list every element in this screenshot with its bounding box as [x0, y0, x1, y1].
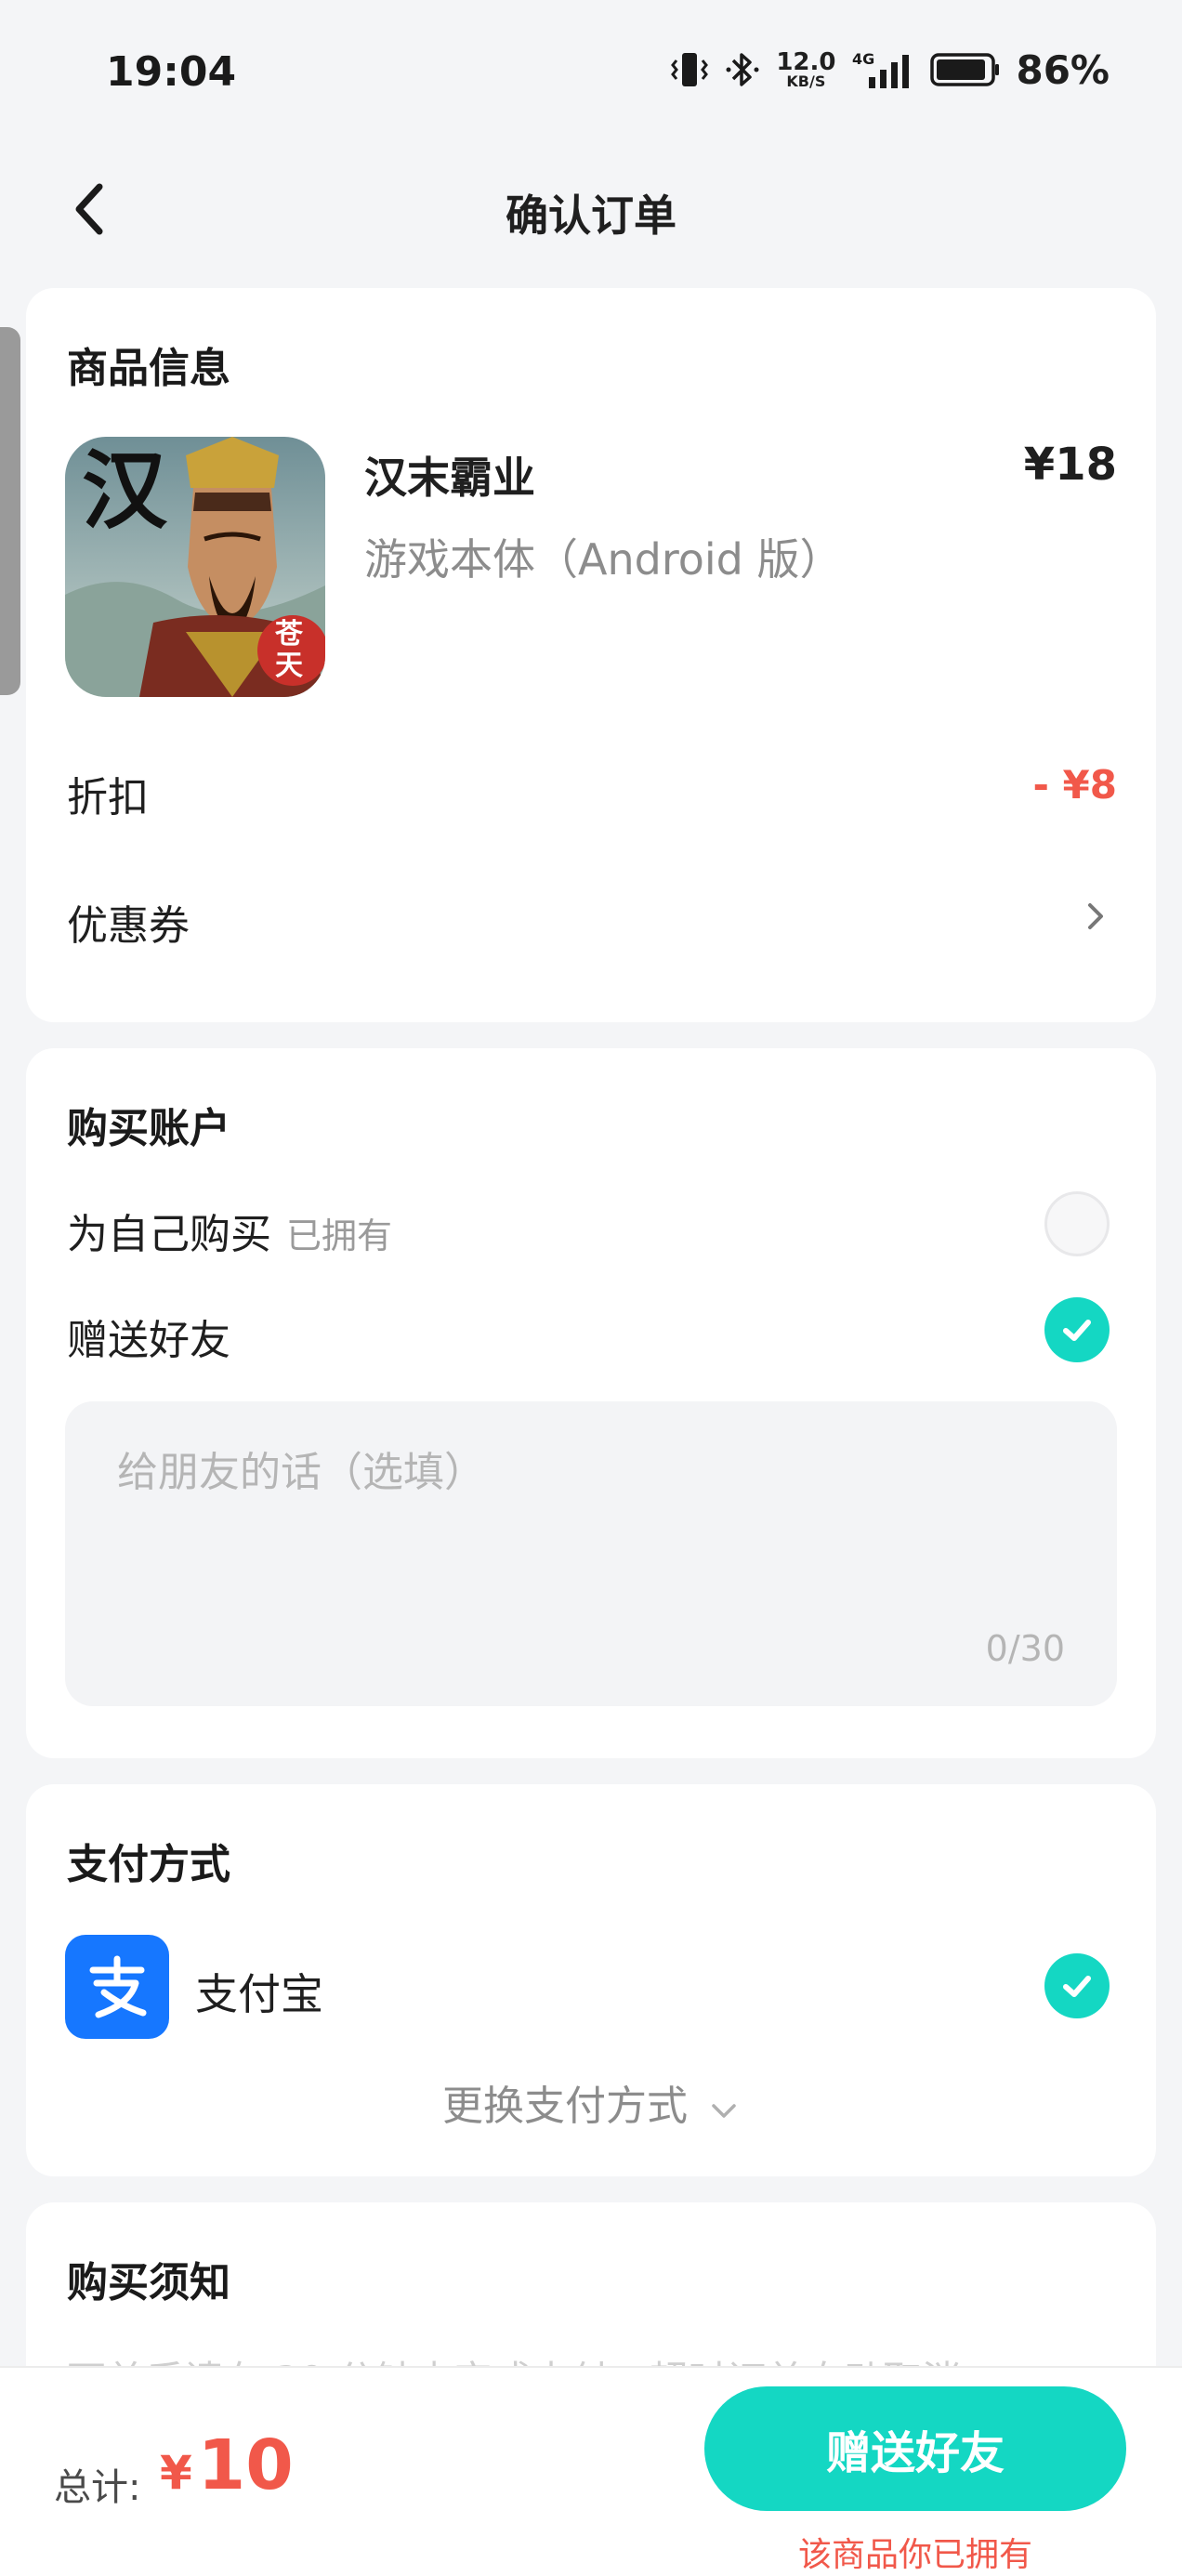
buy-for-self-radio[interactable]	[1044, 1191, 1110, 1256]
nav-bar: 确认订单	[0, 158, 1182, 260]
status-time: 19:04	[106, 48, 237, 96]
chevron-right-icon	[1082, 898, 1110, 935]
friend-message-input[interactable]: 给朋友的话（选填） 0/30	[65, 1401, 1117, 1706]
product-info-card: 商品信息 汉 苍 天 汉末霸业 游戏本体（Android 版） ¥18 折扣 -…	[26, 288, 1156, 1022]
alipay-radio[interactable]	[1044, 1953, 1110, 2018]
game-icon-char: 汉	[82, 440, 168, 541]
gift-friend-button[interactable]: 赠送好友	[704, 2386, 1126, 2511]
game-price: ¥18	[1023, 439, 1117, 491]
payment-section-title: 支付方式	[67, 1841, 230, 1888]
net-speed-unit: KB/S	[786, 72, 826, 90]
change-payment-label: 更换支付方式	[442, 2083, 688, 2130]
gift-friend-radio[interactable]	[1044, 1297, 1110, 1362]
game-name: 汉末霸业	[364, 453, 535, 503]
discount-value: - ¥8	[1032, 762, 1117, 808]
payment-method-card: 支付方式 支付宝 更换支付方式	[26, 1784, 1156, 2176]
coupon-row[interactable]: 优惠券	[67, 892, 1117, 952]
discount-label: 折扣	[67, 774, 149, 821]
net-speed: 12.0 KB/S	[776, 50, 835, 89]
checkmark-icon	[1063, 1976, 1091, 1997]
game-edition: 游戏本体（Android 版）	[364, 534, 843, 585]
notice-section-title: 购买须知	[67, 2259, 230, 2307]
checkout-bar: 总计: ¥10 赠送好友 该商品你已拥有	[0, 2366, 1182, 2576]
total-label: 总计:	[54, 2466, 141, 2509]
currency-symbol: ¥	[160, 2446, 192, 2500]
battery-percent: 86%	[1016, 46, 1110, 93]
game-icon-seal-2: 天	[275, 650, 303, 682]
bluetooth-icon	[724, 49, 761, 90]
edge-gesture-handle[interactable]	[0, 327, 20, 695]
owned-tag: 已拥有	[286, 1216, 393, 1256]
status-bar: 19:04 12.0 KB/S 4G 86%	[0, 0, 1182, 149]
game-icon: 汉 苍 天	[65, 437, 325, 697]
change-payment-button[interactable]: 更换支付方式	[26, 2072, 1156, 2133]
gift-friend-label: 赠送好友	[67, 1317, 230, 1364]
purchase-account-card: 购买账户 为自己购买 已拥有 赠送好友 给朋友的话（选填） 0/30	[26, 1048, 1156, 1758]
chevron-down-icon	[708, 2085, 740, 2133]
alipay-icon	[65, 1935, 169, 2039]
owned-note: 该商品你已拥有	[797, 2536, 1032, 2574]
coupon-label: 优惠券	[67, 902, 190, 950]
signal-icon: 4G	[850, 49, 915, 90]
battery-icon	[930, 51, 1001, 88]
network-type: 4G	[852, 50, 874, 68]
page-title: 确认订单	[506, 191, 676, 241]
net-speed-value: 12.0	[776, 48, 836, 76]
buy-for-self-option[interactable]: 为自己购买 已拥有	[67, 1201, 392, 1260]
status-icons: 12.0 KB/S 4G 86%	[670, 46, 1110, 93]
message-placeholder: 给朋友的话（选填）	[117, 1449, 485, 1496]
gift-friend-option[interactable]: 赠送好友	[67, 1307, 230, 1366]
buy-for-self-label: 为自己购买	[67, 1211, 271, 1258]
checkmark-icon	[1063, 1320, 1091, 1341]
total-amount: ¥10	[160, 2425, 294, 2505]
product-section-title: 商品信息	[67, 345, 230, 392]
alipay-label: 支付宝	[195, 1969, 323, 2019]
game-icon-seal-1: 苍	[275, 618, 304, 651]
total-value: 10	[197, 2425, 294, 2505]
account-section-title: 购买账户	[67, 1105, 230, 1152]
message-char-counter: 0/30	[985, 1628, 1065, 1669]
vibrate-icon	[670, 49, 709, 90]
